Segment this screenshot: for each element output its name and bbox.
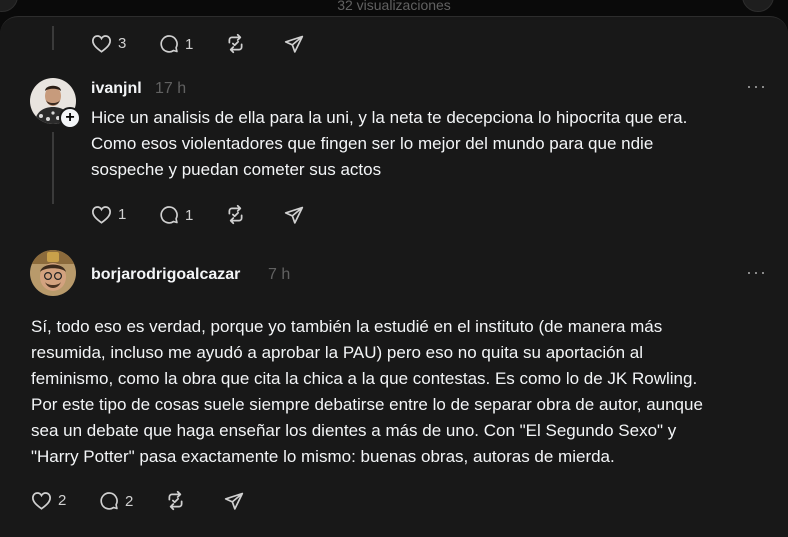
heart-icon xyxy=(31,492,52,510)
reply-button[interactable]: 2 xyxy=(99,491,133,511)
more-options-icon[interactable]: ··· xyxy=(746,76,767,97)
share-button[interactable] xyxy=(284,205,304,225)
post-text-line: feminismo, como la obra que cita la chic… xyxy=(31,369,698,388)
like-count: 1 xyxy=(118,206,127,223)
post-text-line: Como esos violentadores que fingen ser l… xyxy=(91,134,654,153)
follow-plus-icon[interactable]: + xyxy=(59,107,81,129)
timestamp[interactable]: 17 h xyxy=(155,80,186,98)
send-icon xyxy=(224,492,244,510)
share-button[interactable] xyxy=(284,34,304,54)
repost-button[interactable] xyxy=(225,33,246,54)
post-text-line: sea un debate que haga enseñar los dient… xyxy=(31,421,677,440)
views-count: 32 visualizaciones xyxy=(337,0,451,13)
username[interactable]: ivanjnl xyxy=(91,80,142,98)
share-button[interactable] xyxy=(224,491,244,511)
post-text-line: Hice un analisis de ella para la uni, y … xyxy=(91,108,688,127)
reply-button[interactable]: 1 xyxy=(159,205,193,225)
heart-icon xyxy=(91,206,112,224)
like-button[interactable]: 1 xyxy=(91,205,126,224)
reply-count: 1 xyxy=(185,206,194,224)
top-strip: 32 visualizaciones xyxy=(0,0,788,16)
post-text-line: Sí, todo eso es verdad, porque yo tambié… xyxy=(31,317,663,336)
send-icon xyxy=(284,35,304,53)
reply-button[interactable]: 1 xyxy=(159,34,193,54)
send-icon xyxy=(284,206,304,224)
post-text: Sí, todo eso es verdad, porque yo tambié… xyxy=(31,314,703,470)
repost-button[interactable] xyxy=(165,490,186,511)
heart-icon xyxy=(91,35,112,53)
repost-icon xyxy=(228,204,243,225)
post-text-line: sospeche y puedan cometer sus actos xyxy=(91,160,382,179)
comment-icon xyxy=(100,492,118,510)
like-button[interactable]: 3 xyxy=(91,34,126,53)
like-count: 2 xyxy=(58,492,67,509)
comment-icon xyxy=(160,206,178,224)
reply-count: 2 xyxy=(125,492,134,510)
comment-icon xyxy=(160,35,178,53)
repost-icon xyxy=(228,33,243,54)
timestamp[interactable]: 7 h xyxy=(268,266,290,284)
thread-line xyxy=(52,132,54,204)
post-text-line: resumida, incluso me ayudó a aprobar la … xyxy=(31,343,644,362)
repost-icon xyxy=(168,490,183,511)
post-text-line: "Harry Potter" pasa exactamente lo mismo… xyxy=(31,447,615,466)
username[interactable]: borjarodrigoalcazar xyxy=(91,266,240,284)
thread-line xyxy=(52,26,54,50)
more-options-icon[interactable]: ··· xyxy=(746,262,767,283)
avatar-image xyxy=(30,250,76,296)
repost-button[interactable] xyxy=(225,204,246,225)
post-text: Hice un analisis de ella para la uni, y … xyxy=(91,105,687,183)
like-button[interactable]: 2 xyxy=(31,491,66,510)
reply-count: 1 xyxy=(185,35,194,53)
post-text-line: Por este tipo de cosas suele siempre deb… xyxy=(31,395,703,414)
like-count: 3 xyxy=(118,35,127,52)
avatar[interactable] xyxy=(30,250,76,296)
